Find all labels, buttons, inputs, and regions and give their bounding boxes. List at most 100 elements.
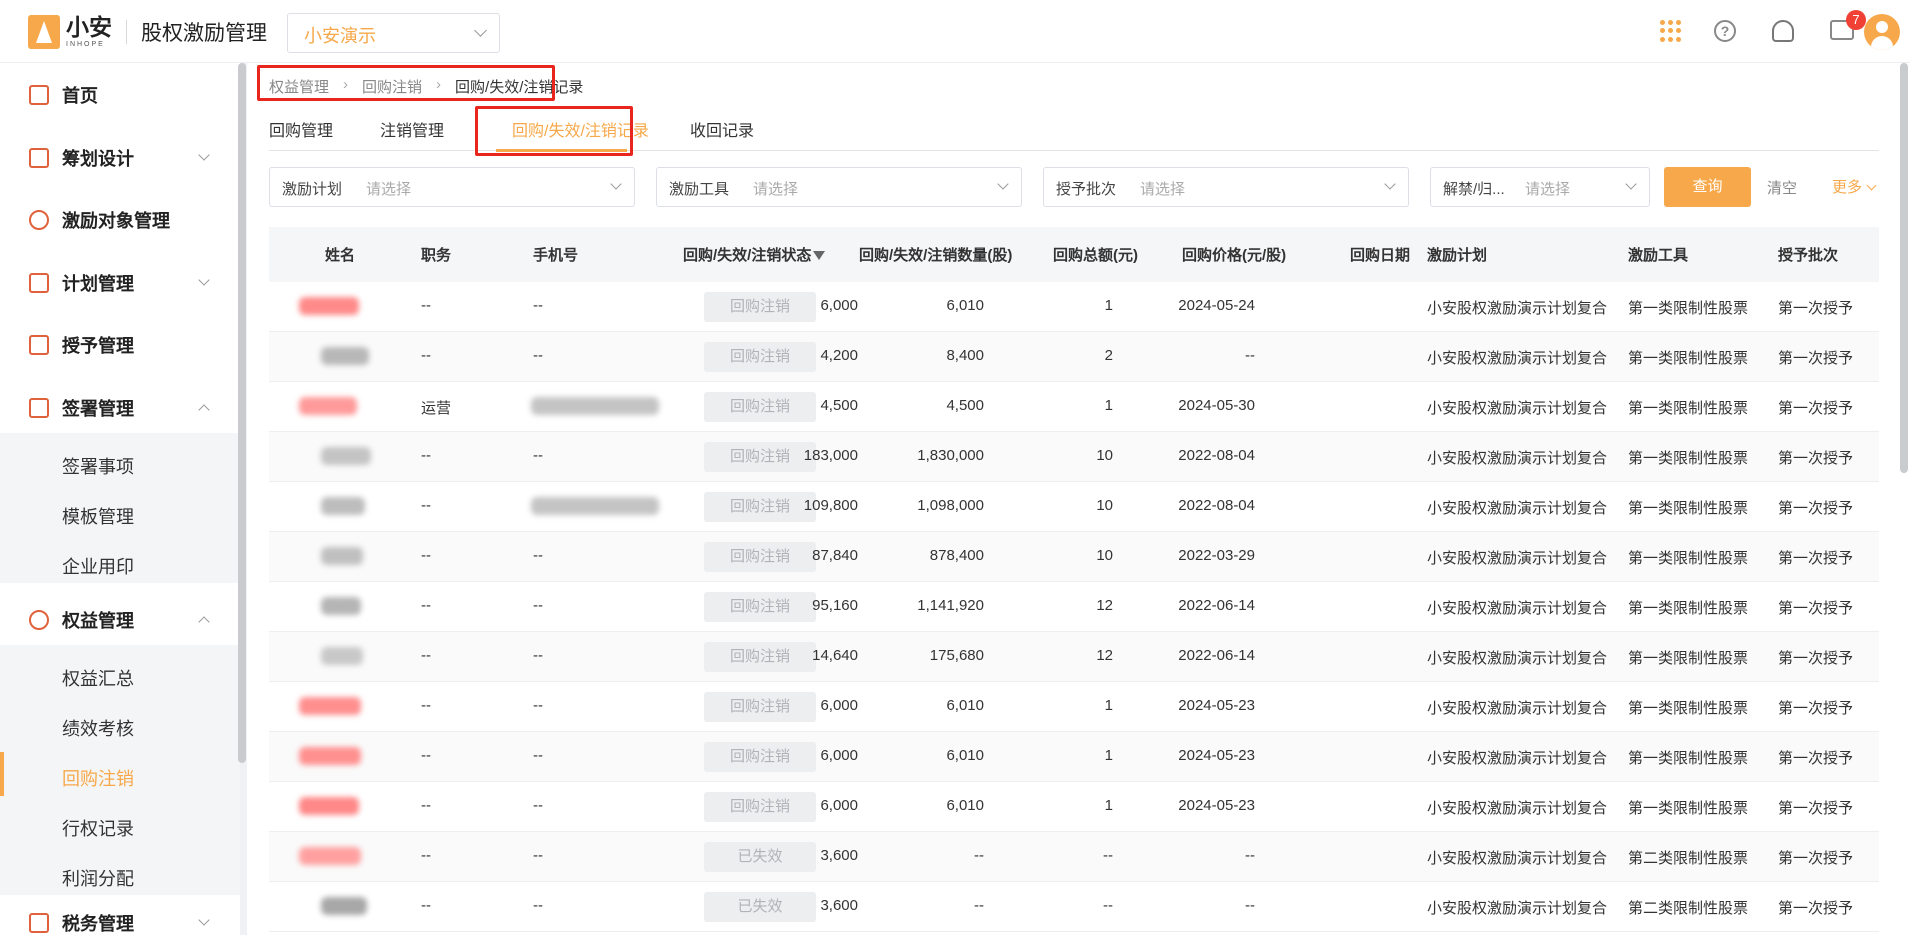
plan-filter-select[interactable]: 激励计划 请选择 (269, 167, 635, 207)
cell-total: 175,680 (929, 647, 984, 664)
users-icon (29, 210, 49, 230)
cell-date: -- (1245, 347, 1255, 364)
sidebar-item-signing[interactable]: 签署管理 (0, 383, 240, 433)
cell-tool: 第一类限制性股票 (1628, 650, 1749, 667)
chevron-down-icon (1625, 178, 1637, 190)
company-select[interactable]: 小安演示 (287, 13, 500, 53)
redacted-phone (531, 397, 659, 415)
apps-grid-icon[interactable] (1660, 20, 1682, 42)
sidebar-item-tax[interactable]: 税务管理 (0, 898, 240, 935)
sidebar-subitem-sign-matters[interactable]: 签署事项 (62, 453, 134, 479)
cell-qty: 4,200 (820, 347, 858, 364)
cell-qty: 6,000 (820, 747, 858, 764)
sidebar-item-grants[interactable]: 授予管理 (0, 320, 240, 370)
badge-icon (29, 610, 49, 630)
sidebar-subitem-performance[interactable]: 绩效考核 (62, 715, 134, 741)
tab-recovery-records[interactable]: 收回记录 (690, 117, 754, 141)
clear-button[interactable]: 清空 (1767, 177, 1797, 198)
chevron-down-icon (198, 274, 210, 286)
cell-price: 12 (1096, 597, 1113, 614)
cell-date: 2022-08-04 (1178, 497, 1255, 514)
sidebar-item-label: 激励对象管理 (62, 211, 170, 231)
table-row[interactable]: 回购注销 -- -- 6,000 6,010 1 2024-05-24 小安股权激励演示计划复… (269, 282, 1879, 332)
cell-qty: 87,840 (812, 547, 858, 564)
cell-total: 1,141,920 (917, 597, 984, 614)
cell-plan: 小安股权激励演示计划复合 (1427, 300, 1608, 317)
table-row[interactable]: 回购注销 -- -- 87,840 878,400 10 2022-03-29 小安股权激励演… (269, 532, 1879, 582)
unlock-filter-select[interactable]: 解禁/归... 请选择 (1430, 167, 1650, 207)
table-row[interactable]: 已失效 -- -- 3,600 -- -- -- 小安股权激励演示计划复合 第二类限制性股票 第一… (269, 882, 1879, 932)
cell-date: 2022-06-14 (1178, 647, 1255, 664)
cell-date: 2024-05-23 (1178, 747, 1255, 764)
tab-cancel-management[interactable]: 注销管理 (380, 117, 444, 141)
highlight-box-tab (475, 106, 633, 156)
cell-price: 2 (1104, 347, 1113, 364)
table-row[interactable]: 回购注销 -- -- 6,000 6,010 1 2024-05-23 小安股权激励演示计划复… (269, 682, 1879, 732)
cell-tool: 第一类限制性股票 (1628, 350, 1749, 367)
cell-price: 1 (1104, 697, 1113, 714)
cell-phone: -- (533, 547, 543, 564)
table-row[interactable]: 回购注销 -- -- 95,160 1,141,920 12 2022-06-14 小安股权激… (269, 582, 1879, 632)
sidebar-item-home[interactable]: 首页 (0, 70, 240, 120)
table-row[interactable]: 回购注销 -- -- 4,200 8,400 2 -- 小安股权激励演示计划复合 第一类限制性股… (269, 332, 1879, 382)
cell-date: 2022-06-14 (1178, 597, 1255, 614)
cell-total: 6,010 (946, 297, 984, 314)
status-tag: 回购注销 (704, 542, 816, 572)
sidebar-subitem-exercise-records[interactable]: 行权记录 (62, 815, 134, 841)
chevron-up-icon (198, 404, 210, 416)
status-tag: 回购注销 (704, 742, 816, 772)
tool-filter-select[interactable]: 激励工具 请选择 (656, 167, 1022, 207)
sidebar-subitem-equity-summary[interactable]: 权益汇总 (62, 665, 134, 691)
cell-qty: 6,000 (820, 797, 858, 814)
sidebar-subitem-repurchase-cancel[interactable]: 回购注销 (62, 765, 134, 791)
column-header-price: 回购价格(元/股) (1182, 247, 1287, 264)
cell-price: 10 (1096, 547, 1113, 564)
filter-icon[interactable] (813, 251, 826, 260)
book-icon (29, 335, 49, 355)
sidebar-item-equity[interactable]: 权益管理 (0, 595, 240, 645)
page-scrollbar[interactable] (1900, 63, 1908, 473)
tab-repurchase-management[interactable]: 回购管理 (269, 117, 333, 141)
sidebar-item-planning-design[interactable]: 筹划设计 (0, 133, 240, 183)
redacted-name (321, 497, 365, 515)
chevron-down-icon (198, 149, 210, 161)
cell-tool: 第一类限制性股票 (1628, 550, 1749, 567)
home-icon (29, 85, 49, 105)
column-header-phone: 手机号 (533, 247, 579, 264)
logo[interactable]: 小安 INHOPE 股权激励管理 (28, 15, 267, 49)
cell-batch: 第一次授予 (1778, 600, 1854, 617)
more-filters-button[interactable]: 更多 (1832, 176, 1877, 197)
avatar[interactable] (1864, 14, 1900, 50)
cell-phone: -- (533, 647, 543, 664)
table-row[interactable]: 回购注销 -- 109,800 1,098,000 10 2022-08-04 小安股权激励… (269, 482, 1879, 532)
help-icon[interactable]: ? (1714, 20, 1736, 42)
customer-service-icon[interactable] (1772, 20, 1794, 42)
query-button[interactable]: 查询 (1664, 167, 1751, 207)
cell-plan: 小安股权激励演示计划复合 (1427, 900, 1608, 917)
sidebar-subitem-templates[interactable]: 模板管理 (62, 503, 134, 529)
table-row[interactable]: 回购注销 -- -- 6,000 6,010 1 2024-05-23 小安股权激励演示计划复… (269, 732, 1879, 782)
cell-qty: 3,600 (820, 847, 858, 864)
status-tag: 回购注销 (704, 392, 816, 422)
cell-qty: 95,160 (812, 597, 858, 614)
sidebar-subitem-company-seal[interactable]: 企业用印 (62, 553, 134, 579)
cell-batch: 第一次授予 (1778, 750, 1854, 767)
batch-filter-select[interactable]: 授予批次 请选择 (1043, 167, 1409, 207)
cell-plan: 小安股权激励演示计划复合 (1427, 600, 1608, 617)
column-header-status[interactable]: 回购/失效/注销状态 (683, 244, 826, 265)
sidebar-item-targets[interactable]: 激励对象管理 (0, 195, 240, 245)
table-row[interactable]: 回购注销 -- -- 6,000 6,010 1 2024-05-23 小安股权激励演示计划复… (269, 782, 1879, 832)
cell-total: 6,010 (946, 747, 984, 764)
sidebar-item-plans[interactable]: 计划管理 (0, 258, 240, 308)
cell-position: -- (421, 847, 431, 864)
pen-icon (29, 398, 49, 418)
table-row[interactable]: 回购注销 运营 4,500 4,500 1 2024-05-30 小安股权激励演示计划复合 第… (269, 382, 1879, 432)
table-row[interactable]: 已失效 -- -- 3,600 -- -- -- 小安股权激励演示计划复合 第二类限制性股票 第一… (269, 832, 1879, 882)
cell-plan: 小安股权激励演示计划复合 (1427, 750, 1608, 767)
sidebar-scrollbar[interactable] (238, 63, 246, 763)
sidebar-subitem-profit-distribution[interactable]: 利润分配 (62, 865, 134, 891)
app-title: 股权激励管理 (141, 22, 267, 45)
table-row[interactable]: 回购注销 -- -- 14,640 175,680 12 2022-06-14 小安股权激励演… (269, 632, 1879, 682)
status-tag: 回购注销 (704, 492, 816, 522)
table-row[interactable]: 回购注销 -- -- 183,000 1,830,000 10 2022-08-04 小安股权… (269, 432, 1879, 482)
